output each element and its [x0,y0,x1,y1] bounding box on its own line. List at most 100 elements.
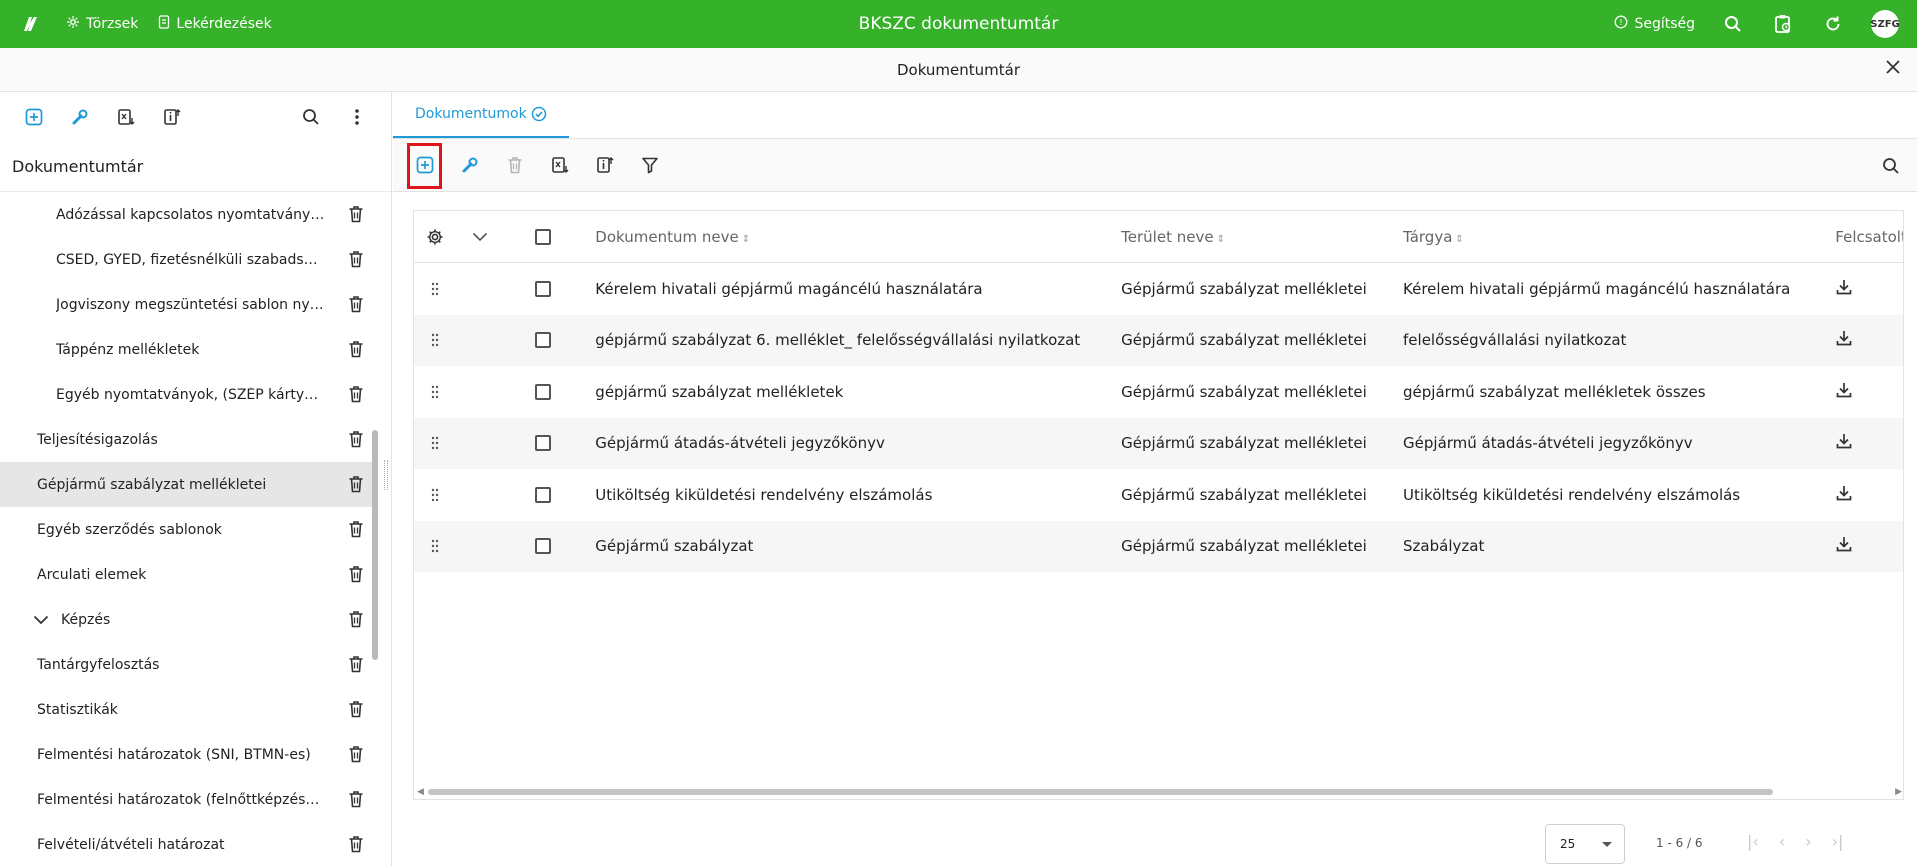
tree-item-label: Képzés [61,611,111,628]
trash-icon[interactable] [348,655,364,677]
nav-torzsek[interactable]: Törzsek [66,15,138,33]
delete-icon[interactable] [503,153,527,177]
filter-icon[interactable] [638,153,662,177]
chevron-down-icon[interactable] [33,615,49,625]
drag-handle-icon[interactable] [414,281,456,297]
trash-icon[interactable] [348,385,364,407]
scroll-left-icon[interactable]: ◀ [417,787,424,797]
trash-icon[interactable] [348,340,364,362]
trash-icon[interactable] [348,295,364,317]
download-icon[interactable] [1823,381,1903,403]
refresh-icon[interactable] [1821,12,1845,36]
trash-icon[interactable] [348,565,364,587]
nav-torzsek-label: Törzsek [86,16,139,32]
sidebar-scrollbar[interactable] [372,430,378,660]
trash-icon[interactable] [348,700,364,722]
download-icon[interactable] [1823,484,1903,506]
scroll-right-icon[interactable]: ▶ [1895,787,1902,797]
page-size-select[interactable]: 25 [1545,824,1625,864]
row-checkbox[interactable] [535,332,552,349]
horizontal-scrollbar[interactable]: ◀ ▶ [414,785,1903,799]
row-checkbox[interactable] [535,280,552,297]
trash-icon[interactable] [348,790,364,812]
select-all-checkbox[interactable] [535,228,552,245]
close-icon[interactable] [1881,58,1905,82]
table-row[interactable]: gépjármű szabályzat 6. melléklet_ felelő… [414,314,1903,366]
nav-lekerdezesek-label: Lekérdezések [176,16,272,32]
table-row[interactable]: Gépjármű szabályzat Gépjármű szabályzat … [414,520,1903,572]
row-checkbox[interactable] [535,486,552,503]
row-checkbox[interactable] [535,383,552,400]
tab-dokumentumok[interactable]: Dokumentumok [393,92,569,138]
trash-icon[interactable] [348,250,364,272]
tree-item[interactable]: Táppénz mellékletek [0,327,378,372]
excel-export-icon[interactable] [114,105,138,129]
app-logo[interactable] [18,12,42,36]
drag-handle-icon[interactable] [414,384,456,400]
trash-icon[interactable] [348,205,364,227]
trash-icon[interactable] [348,520,364,542]
next-page-icon[interactable]: › [1805,832,1811,851]
tree-item[interactable]: Egyéb nyomtatványok, (SZÉP kártya ny... [0,372,378,417]
tree-item[interactable]: Képzés [0,597,378,642]
last-page-icon[interactable]: ›| [1832,832,1844,851]
wrench-icon[interactable] [68,105,92,129]
row-checkbox[interactable] [535,538,552,555]
panel-splitter-handle[interactable] [384,460,388,490]
expand-all-icon[interactable] [456,232,504,242]
trash-icon[interactable] [348,745,364,767]
tree-item[interactable]: Adózással kapcsolatos nyomtatványo... [0,192,378,237]
prev-page-icon[interactable]: ‹ [1779,832,1785,851]
help-button[interactable]: ! Segítség [1614,15,1695,33]
horizontal-scroll-thumb[interactable] [428,789,1773,795]
tree-item[interactable]: CSED, GYED, fizetésnélküli szabadság n..… [0,237,378,282]
tree-item[interactable]: Arculati elemek [0,552,378,597]
column-header-subject[interactable]: Tárgya ⇕ [1391,228,1823,246]
table-row[interactable]: Gépjármű átadás-átvételi jegyzőkönyv Gép… [414,417,1903,469]
drag-handle-icon[interactable] [414,332,456,348]
trash-icon[interactable] [348,430,364,452]
tree-item[interactable]: Felmentési határozatok (SNI, BTMN-es) [0,732,378,777]
edit-wrench-icon[interactable] [458,153,482,177]
trash-icon[interactable] [348,610,364,632]
download-icon[interactable] [1823,535,1903,557]
grid-search-icon[interactable] [1879,154,1903,178]
tree-item[interactable]: Egyéb szerződés sablonok [0,507,378,552]
column-header-area[interactable]: Terület neve ⇕ [1109,228,1391,246]
download-icon[interactable] [1823,432,1903,454]
download-icon[interactable] [1823,278,1903,300]
column-header-name[interactable]: Dokumentum neve ⇕ [583,228,1109,246]
clipboard-clock-icon[interactable] [1771,12,1795,36]
trash-icon[interactable] [348,475,364,497]
add-icon[interactable] [22,105,46,129]
download-icon[interactable] [1823,329,1903,351]
drag-handle-icon[interactable] [414,435,456,451]
info-export-icon[interactable] [593,153,617,177]
tree-item[interactable]: Statisztikák [0,687,378,732]
column-settings-icon[interactable] [414,228,456,246]
tree-item[interactable]: Teljesítésigazolás [0,417,378,462]
table-row[interactable]: gépjármű szabályzat mellékletek Gépjármű… [414,366,1903,418]
tree-item[interactable]: Felmentési határozatok (felnőttképzésen,… [0,777,378,822]
drag-handle-icon[interactable] [414,487,456,503]
row-checkbox[interactable] [535,435,552,452]
first-page-icon[interactable]: |‹ [1747,832,1759,851]
search-icon[interactable] [1721,12,1745,36]
more-vertical-icon[interactable] [345,105,369,129]
tree-item[interactable]: Felvételi/átvételi határozat [0,822,378,866]
drag-handle-icon[interactable] [414,538,456,554]
info-export-icon[interactable] [160,105,184,129]
sidebar-search-icon[interactable] [299,105,323,129]
tree-item-selected[interactable]: Gépjármű szabályzat mellékletei [0,462,378,507]
cell-subject: felelősségvállalási nyilatkozat [1403,331,1627,350]
trash-icon[interactable] [348,835,364,857]
table-row[interactable]: Utiköltség kiküldetési rendelvény elszám… [414,469,1903,521]
tree-item[interactable]: Tantárgyfelosztás [0,642,378,687]
tree-item[interactable]: Jogviszony megszüntetési sablon nyo... [0,282,378,327]
cell-area: Gépjármű szabályzat mellékletei [1121,485,1367,504]
excel-export-icon[interactable] [548,153,572,177]
avatar[interactable]: SZFG [1870,10,1900,38]
table-row[interactable]: Kérelem hivatali gépjármű magáncélú hasz… [414,263,1903,315]
column-header-upload[interactable]: Felcsatolt [1823,228,1903,246]
nav-lekerdezesek[interactable]: Lekérdezések [158,15,272,33]
